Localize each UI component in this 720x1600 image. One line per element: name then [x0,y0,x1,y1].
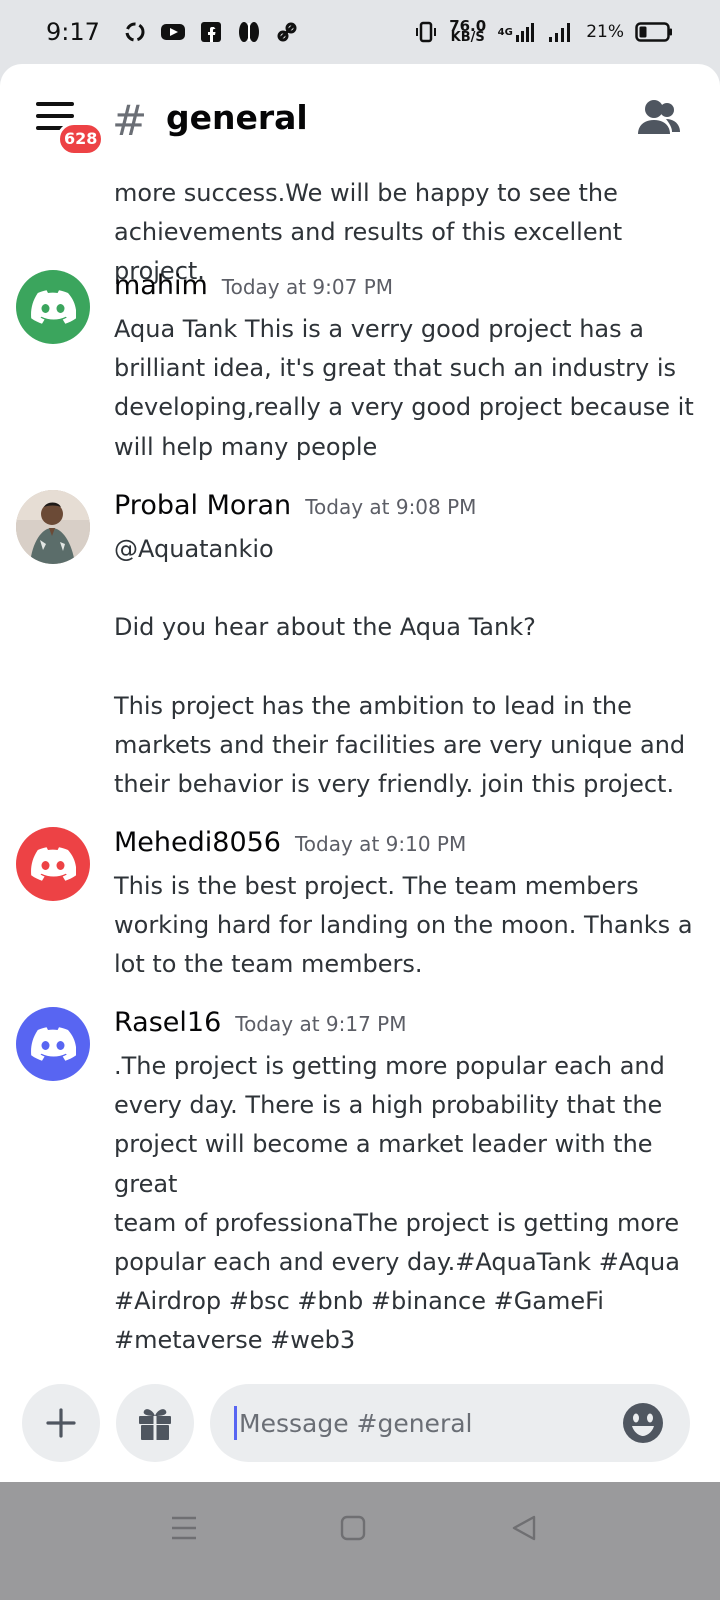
username[interactable]: mahim [114,270,208,301]
message-item[interactable]: mahim Today at 9:07 PM Aqua Tank This is… [0,270,720,470]
message-input[interactable]: Message #general [210,1384,690,1462]
app-icon [236,20,262,44]
signal-4g-icon: 4G [496,20,536,44]
timestamp: Today at 9:17 PM [235,1012,407,1036]
discord-logo-icon [31,1027,76,1061]
avatar[interactable] [16,270,90,344]
avatar[interactable] [16,490,90,564]
timestamp: Today at 9:07 PM [221,275,394,299]
youtube-icon [160,20,186,44]
hamburger-icon-bar [36,114,74,118]
channel-title[interactable]: general [166,98,308,137]
signal-icon [546,20,576,44]
channel-panel: 628 # general more success.We will be ha… [0,64,720,1511]
user-photo-icon [16,490,90,564]
network-type: 4G [497,26,513,38]
message-body: mahim Today at 9:07 PM Aqua Tank This is… [114,270,704,467]
battery-percent: 21% [586,22,624,42]
members-icon [638,100,680,134]
message-header: Mehedi8056 Today at 9:10 PM [114,827,704,867]
text-caret [234,1406,237,1440]
battery-icon [634,20,674,44]
username[interactable]: Probal Moran [114,490,291,521]
message-body: Rasel16 Today at 9:17 PM .The project is… [114,1007,704,1361]
status-time: 9:17 [46,18,100,46]
message-header: Rasel16 Today at 9:17 PM [114,1007,704,1047]
vibrate-icon [413,20,439,44]
discord-logo-icon [31,847,76,881]
message-text: Aqua Tank This is a verry good project h… [114,315,694,461]
gift-button[interactable] [116,1384,194,1462]
message-item[interactable]: Probal Moran Today at 9:08 PM @Aquatanki… [0,490,720,810]
link-icon [274,20,300,44]
emoji-button[interactable] [622,1402,664,1444]
speed-unit: KB/S [450,30,485,45]
message-text: .The project is getting more popular eac… [114,1052,680,1355]
discord-logo-icon [31,290,76,324]
facebook-icon [198,20,224,44]
home-square-icon [340,1515,366,1541]
network-speed: 76.0 KB/S [449,19,486,45]
username[interactable]: Rasel16 [114,1007,221,1038]
avatar[interactable] [16,827,90,901]
timestamp: Today at 9:10 PM [294,832,467,856]
menu-lines-icon [172,1516,196,1540]
message-item[interactable]: Rasel16 Today at 9:17 PM .The project is… [0,1007,720,1354]
message-item[interactable]: Mehedi8056 Today at 9:10 PM This is the … [0,827,720,997]
system-nav-bar [0,1482,720,1600]
channel-header: 628 # general [0,64,720,174]
message-text: This is the best project. The team membe… [114,872,693,979]
plus-icon [46,1408,76,1438]
members-button[interactable] [636,98,682,138]
recycle-icon [122,20,148,44]
message-body: Mehedi8056 Today at 9:10 PM This is the … [114,827,704,985]
message-header: Probal Moran Today at 9:08 PM [114,490,704,530]
recent-apps-button[interactable] [164,1508,204,1548]
message-input-placeholder: Message #general [239,1408,473,1438]
composer: Message #general [0,1384,720,1474]
channel-hash-icon: # [112,96,148,145]
timestamp: Today at 9:08 PM [305,495,477,519]
home-button[interactable] [332,1508,372,1548]
mention-badge: 628 [57,122,105,156]
status-bar: 9:17 76.0 KB/S 4G 21% [0,0,720,64]
back-triangle-icon [512,1515,536,1541]
username[interactable]: Mehedi8056 [114,827,281,858]
message-header: mahim Today at 9:07 PM [114,270,704,310]
back-button[interactable] [504,1508,544,1548]
emoji-icon [623,1403,663,1443]
add-attachment-button[interactable] [22,1384,100,1462]
hamburger-icon [36,102,74,106]
gift-icon [139,1409,171,1440]
avatar[interactable] [16,1007,90,1081]
message-body: Probal Moran Today at 9:08 PM @Aquatanki… [114,490,704,804]
message-list[interactable]: more success.We will be happy to see the… [0,174,720,1374]
message-text: @Aquatankio Did you hear about the Aqua … [114,535,686,799]
